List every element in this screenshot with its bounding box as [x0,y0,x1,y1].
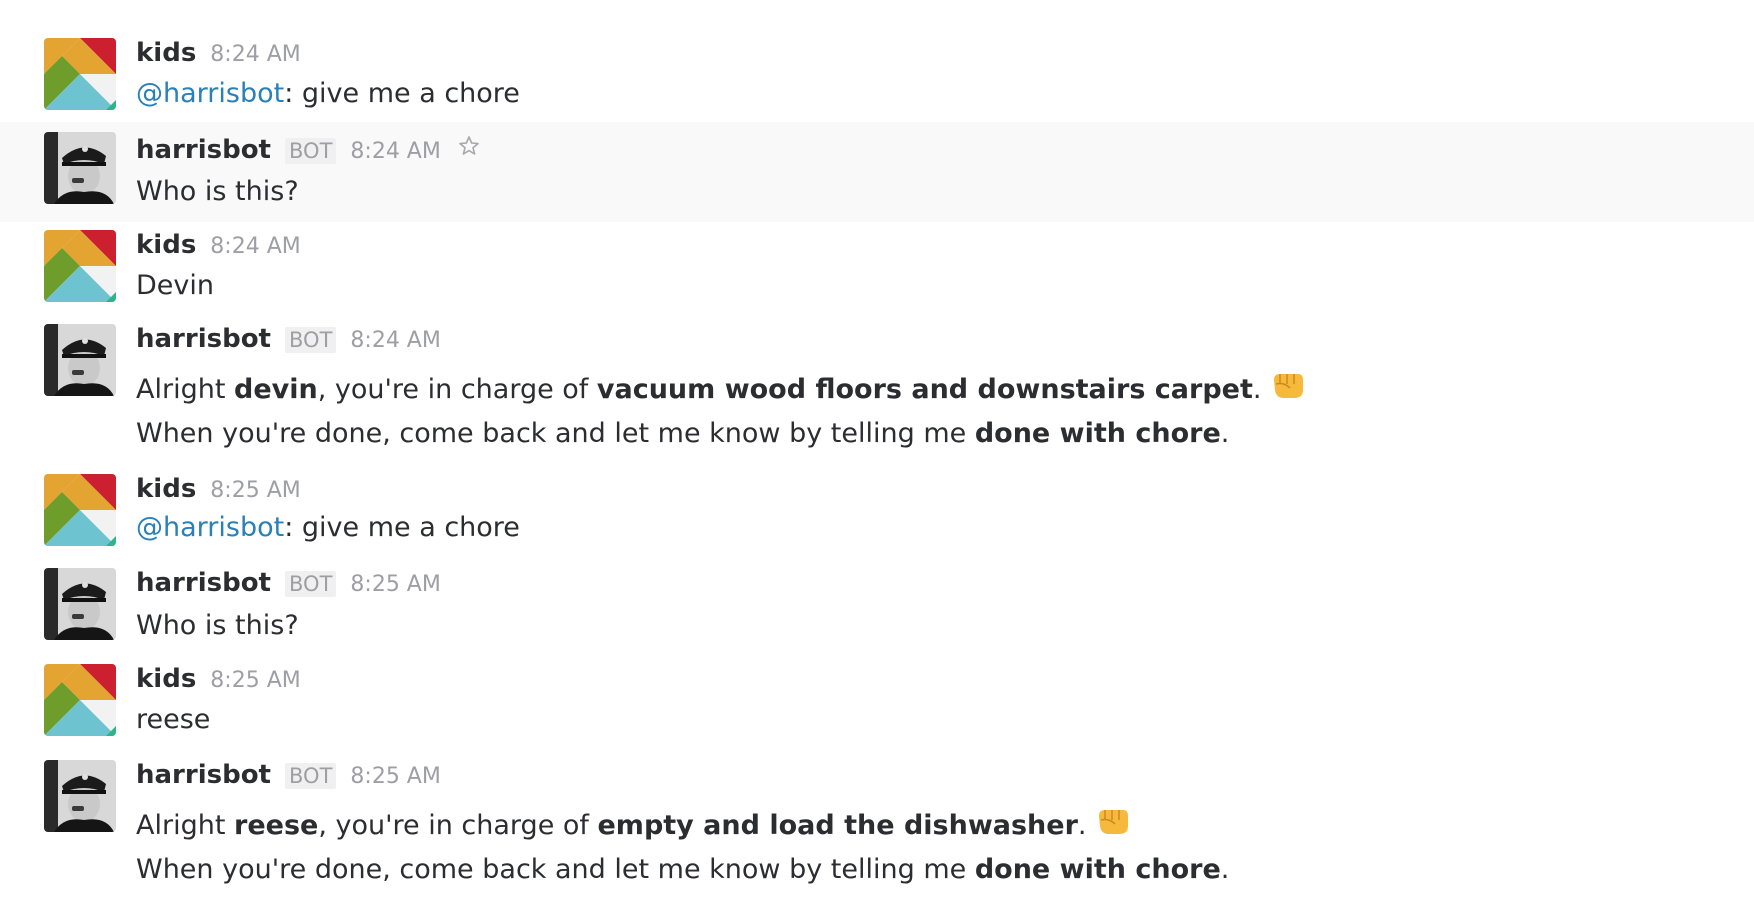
message-text: Who is this? [136,610,299,641]
bot-photo-icon [44,324,116,396]
avatar[interactable] [44,230,116,302]
user-mention[interactable]: @harrisbot [136,78,284,109]
avatar[interactable] [44,568,116,640]
sender-name[interactable]: harrisbot [136,568,271,598]
oncoming-fist-icon [1270,366,1306,409]
message-text: Alright devin, you're in charge of vacuu… [136,366,1306,409]
message-row[interactable]: kids 8:25 AM @harrisbot: give me a chore [0,466,1754,560]
sender-name[interactable]: kids [136,664,196,694]
sender-name[interactable]: harrisbot [136,760,271,790]
user-mention[interactable]: @harrisbot [136,512,284,543]
message-row[interactable]: harrisbot BOT 8:24 AM Alright devin, you… [0,316,1754,466]
message-text: reese [136,704,211,735]
timestamp[interactable]: 8:25 AM [210,668,300,693]
timestamp[interactable]: 8:24 AM [350,328,440,353]
message-text: @harrisbot: give me a chore [136,512,520,543]
message-text: Who is this? [136,176,299,207]
message-row[interactable]: kids 8:24 AM @harrisbot: give me a chore [0,28,1754,120]
message-text: Devin [136,270,214,301]
bot-photo-icon [44,760,116,832]
message-feed: kids 8:24 AM @harrisbot: give me a chore… [0,0,1754,906]
bot-badge: BOT [285,571,337,597]
kids-logo-icon [44,38,116,110]
sender-name[interactable]: harrisbot [136,324,271,354]
message-text: When you're done, come back and let me k… [136,854,1230,885]
avatar[interactable] [44,132,116,204]
star-outline-icon[interactable] [457,134,481,164]
message-text: When you're done, come back and let me k… [136,418,1230,449]
timestamp[interactable]: 8:25 AM [350,764,440,789]
timestamp[interactable]: 8:24 AM [350,139,440,164]
message-row[interactable]: harrisbot BOT 8:25 AM Who is this? [0,560,1754,656]
sender-name[interactable]: kids [136,230,196,260]
timestamp[interactable]: 8:24 AM [210,234,300,259]
bot-badge: BOT [285,138,337,164]
message-row[interactable]: harrisbot BOT 8:24 AM Who is this? [0,122,1754,222]
sender-name[interactable]: kids [136,474,196,504]
bot-badge: BOT [285,327,337,353]
message-text: Alright reese, you're in charge of empty… [136,802,1131,845]
avatar[interactable] [44,664,116,736]
message-row[interactable]: kids 8:25 AM reese [0,656,1754,750]
timestamp[interactable]: 8:25 AM [350,572,440,597]
message-text: @harrisbot: give me a chore [136,78,520,109]
oncoming-fist-icon [1095,802,1131,845]
avatar[interactable] [44,474,116,546]
bot-badge: BOT [285,763,337,789]
avatar[interactable] [44,38,116,110]
message-row[interactable]: harrisbot BOT 8:25 AM Alright reese, you… [0,752,1754,906]
sender-name[interactable]: kids [136,38,196,68]
sender-name[interactable]: harrisbot [136,135,271,165]
bot-photo-icon [44,568,116,640]
avatar[interactable] [44,324,116,396]
avatar[interactable] [44,760,116,832]
kids-logo-icon [44,474,116,546]
timestamp[interactable]: 8:24 AM [210,42,300,67]
kids-logo-icon [44,230,116,302]
message-row[interactable]: kids 8:24 AM Devin [0,222,1754,314]
kids-logo-icon [44,664,116,736]
timestamp[interactable]: 8:25 AM [210,478,300,503]
bot-photo-icon [44,132,116,204]
